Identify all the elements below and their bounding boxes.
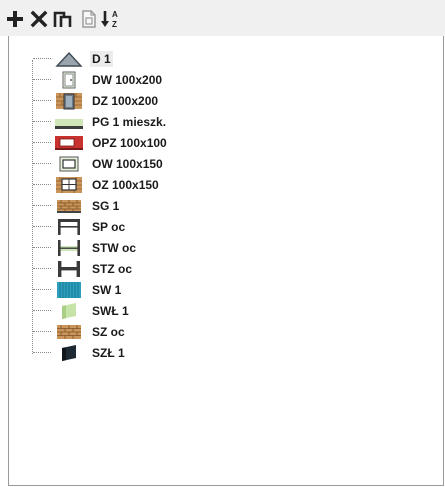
tree-item-label: STW oc <box>92 240 136 255</box>
tree-item[interactable]: OZ 100x150 <box>33 174 333 195</box>
tree-item[interactable]: STW oc <box>33 237 333 258</box>
tree-item-label: OW 100x150 <box>92 156 163 171</box>
tree-item-label: SZ oc <box>92 324 125 339</box>
wall-green-icon <box>54 302 84 320</box>
tree-connector <box>33 163 51 164</box>
tree-item-label: OPZ 100x100 <box>92 135 167 150</box>
sort-az-icon: A Z <box>101 10 118 29</box>
frame-exterior-icon <box>54 260 84 278</box>
frame-interior-icon <box>54 239 84 257</box>
window-red-icon <box>54 134 84 152</box>
tree-item[interactable]: SWŁ 1 <box>33 300 333 321</box>
tree-item-label: DW 100x200 <box>92 72 163 87</box>
door-exterior-icon <box>54 92 84 110</box>
tree-item[interactable]: SW 1 <box>33 279 333 300</box>
sort-button[interactable]: A Z <box>100 8 122 30</box>
tree-item[interactable]: DZ 100x200 <box>33 90 333 111</box>
tree-item[interactable]: OW 100x150 <box>33 153 333 174</box>
tree-connector <box>33 289 51 290</box>
tree-item-label: DZ 100x200 <box>92 93 159 108</box>
svg-text:Z: Z <box>112 20 117 29</box>
window-interior-icon <box>54 155 84 173</box>
tree-item[interactable]: STZ oc <box>33 258 333 279</box>
document-button[interactable] <box>78 8 100 30</box>
delete-button[interactable] <box>28 8 50 30</box>
plus-icon <box>7 11 23 27</box>
document-icon <box>82 10 96 28</box>
add-button[interactable] <box>4 8 26 30</box>
tree-item-label: SP oc <box>92 219 126 234</box>
tree-item[interactable]: DW 100x200 <box>33 69 333 90</box>
tree-connector <box>33 268 51 269</box>
wall-blue-icon <box>54 281 84 299</box>
copy-button[interactable] <box>52 8 74 30</box>
tree-connector <box>33 184 51 185</box>
svg-text:A: A <box>112 10 118 19</box>
brick-wall-icon <box>54 197 84 215</box>
tree-connector <box>33 79 51 80</box>
brick-exterior-icon <box>54 323 84 341</box>
copy-icon <box>53 11 72 27</box>
tree-item-label: SG 1 <box>92 198 120 213</box>
window-exterior-icon <box>54 176 84 194</box>
tree-connector <box>33 331 51 332</box>
frame-ceiling-icon <box>54 218 84 236</box>
tree-item-label: D 1 <box>90 50 113 67</box>
roof-triangle-icon <box>54 50 84 68</box>
tree-connector <box>33 226 51 227</box>
tree-connector <box>33 247 51 248</box>
tree-item[interactable]: SZ oc <box>33 321 333 342</box>
tree-item[interactable]: D 1 <box>33 48 333 69</box>
tree-item[interactable]: OPZ 100x100 <box>33 132 333 153</box>
tree-item-label: PG 1 mieszk. <box>92 114 167 129</box>
tree-item[interactable]: SZŁ 1 <box>33 342 333 363</box>
tree-connector <box>33 352 51 353</box>
tree-connector <box>33 58 51 59</box>
tree-connector <box>33 205 51 206</box>
tree-item-label: OZ 100x150 <box>92 177 159 192</box>
floor-slab-icon <box>54 113 84 131</box>
tree-item-label: SWŁ 1 <box>92 303 129 318</box>
tree-connector <box>33 310 51 311</box>
wall-dark-icon <box>54 344 84 362</box>
tree-item[interactable]: PG 1 mieszk. <box>33 111 333 132</box>
close-icon <box>30 10 48 28</box>
tree-connector <box>33 142 51 143</box>
tree-item-label: STZ oc <box>92 261 133 276</box>
tree-connector <box>33 100 51 101</box>
door-interior-icon <box>54 71 84 89</box>
tree-connector <box>33 121 51 122</box>
tree-item[interactable]: SG 1 <box>33 195 333 216</box>
tree-item[interactable]: SP oc <box>33 216 333 237</box>
tree-item-label: SZŁ 1 <box>92 345 125 360</box>
toolbar: A Z <box>0 0 445 36</box>
tree-item-label: SW 1 <box>92 282 122 297</box>
